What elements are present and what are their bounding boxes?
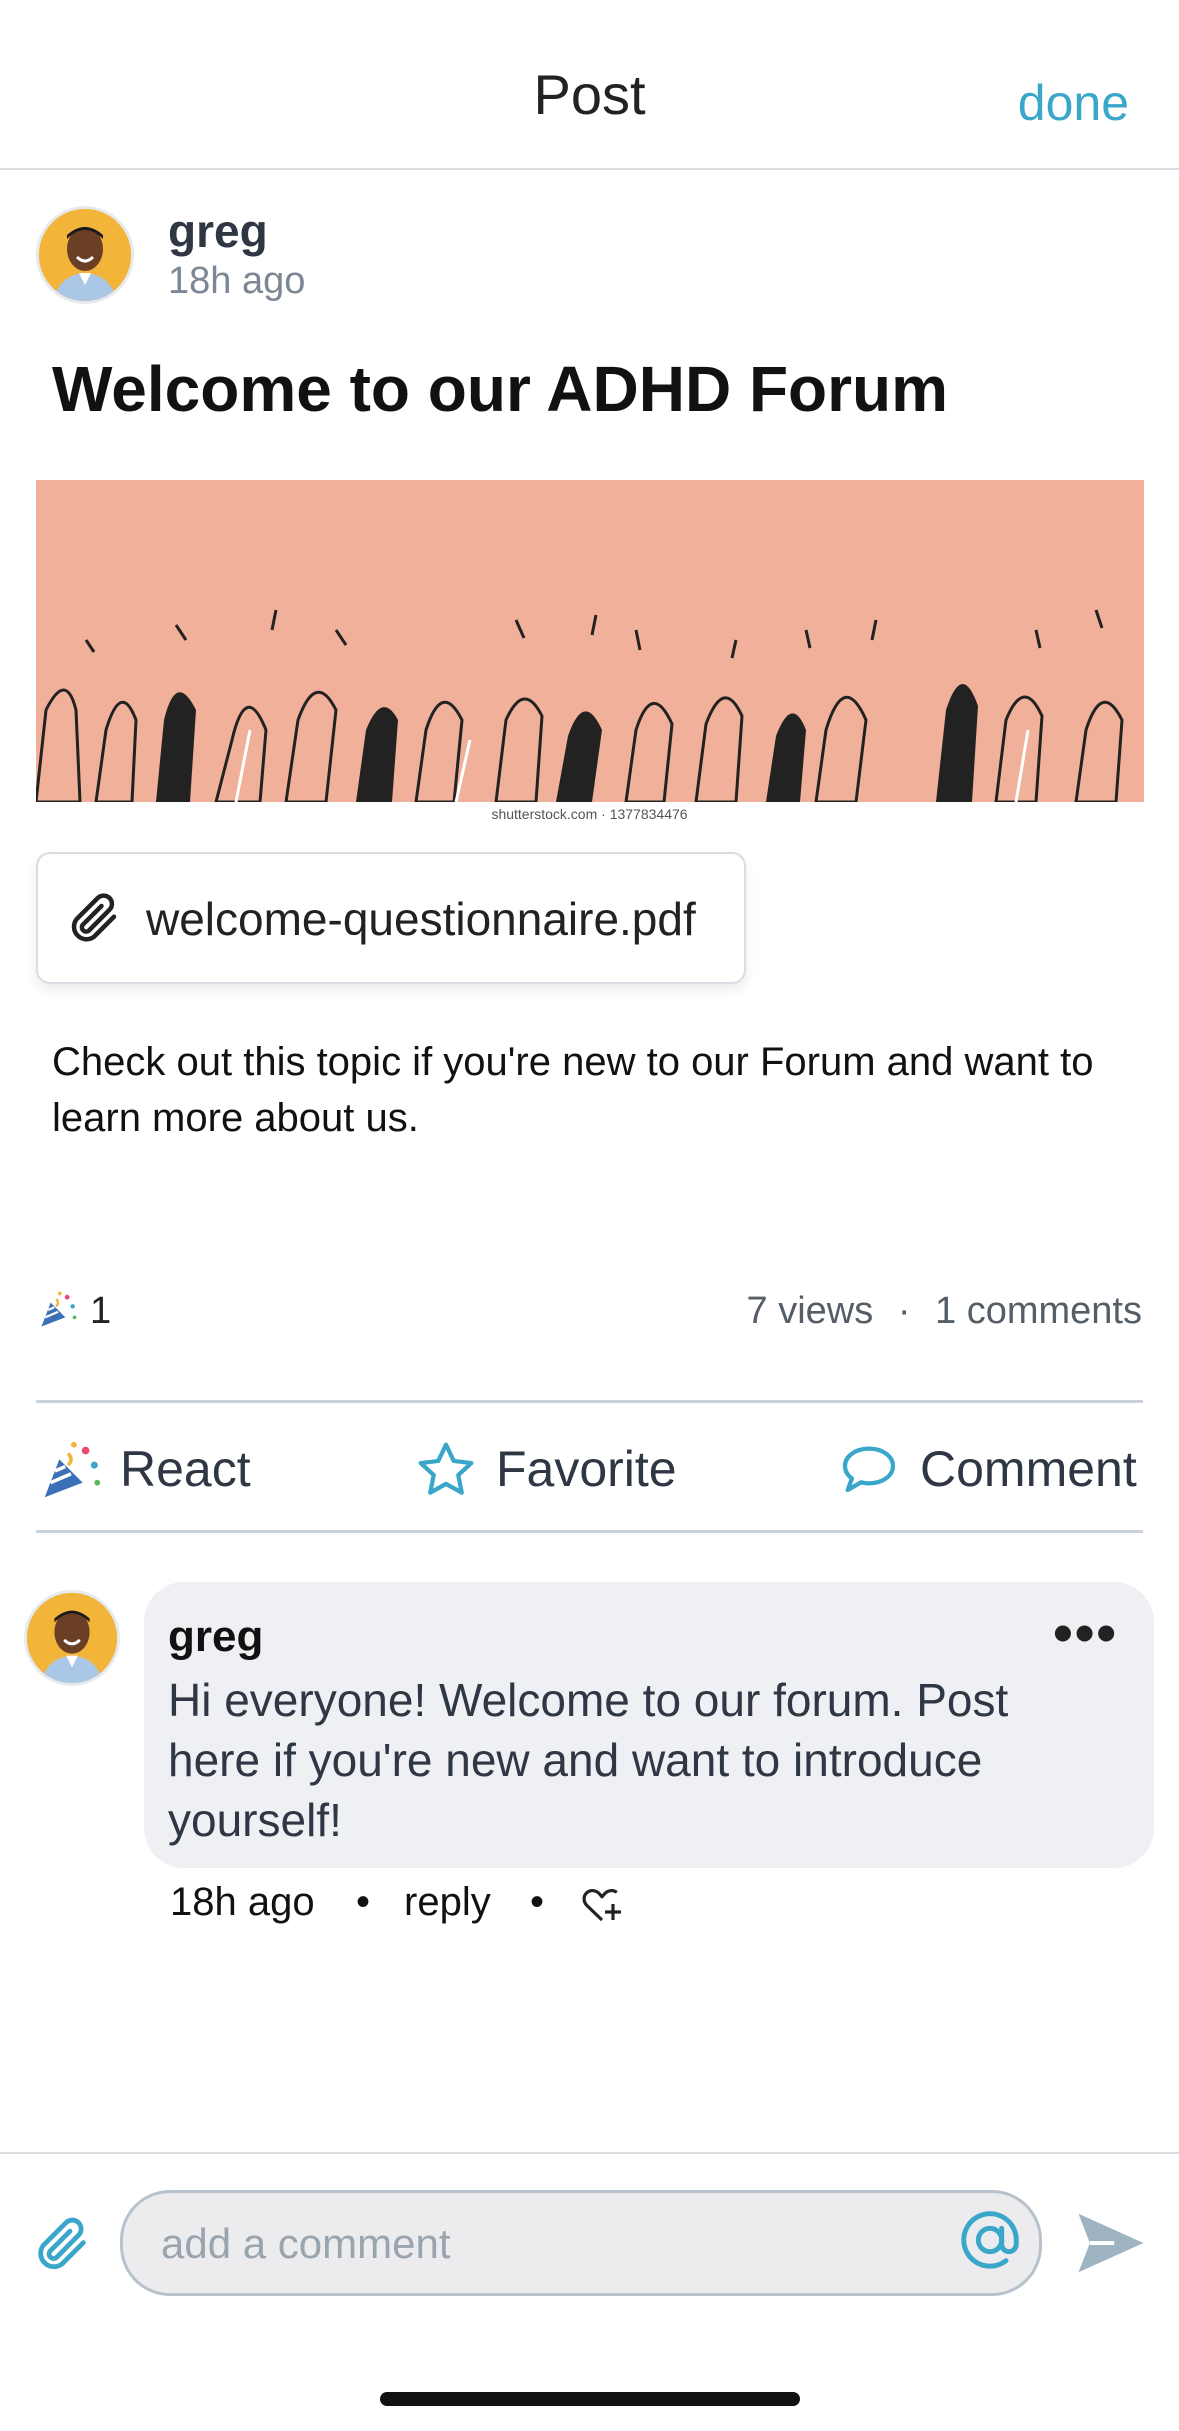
paperclip-icon	[64, 888, 124, 953]
divider-bottom	[36, 1530, 1143, 1533]
more-options-icon[interactable]: •••	[1053, 1600, 1118, 1665]
home-indicator	[380, 2392, 800, 2406]
commenter-avatar[interactable]	[24, 1590, 120, 1686]
top-bar: Post done	[0, 0, 1179, 170]
attach-icon[interactable]	[30, 2212, 94, 2281]
attachment-card[interactable]: welcome-questionnaire.pdf	[36, 852, 746, 984]
avatar-image	[27, 1593, 117, 1683]
composer-divider	[0, 2152, 1179, 2154]
post-title: Welcome to our ADHD Forum	[52, 353, 949, 425]
speech-bubble-icon	[836, 1438, 902, 1507]
heart-plus-icon[interactable]	[578, 1882, 626, 1931]
commenter-name[interactable]: greg	[168, 1612, 263, 1662]
image-credit: shutterstock.com · 1377834476	[491, 806, 688, 822]
star-icon	[414, 1438, 478, 1507]
post-stats: 7 views · 1 comments	[747, 1290, 1142, 1333]
favorite-button[interactable]: Favorite	[414, 1430, 714, 1510]
author-avatar[interactable]	[36, 206, 134, 304]
comment-count: 1 comments	[935, 1290, 1142, 1332]
meta-separator: •	[356, 1880, 371, 1924]
attachment-filename: welcome-questionnaire.pdf	[146, 893, 696, 945]
raised-hands-illustration	[36, 480, 1144, 802]
divider-top	[36, 1400, 1143, 1403]
send-icon[interactable]	[1072, 2204, 1150, 2287]
mention-icon[interactable]	[955, 2205, 1025, 2280]
party-popper-icon	[36, 1288, 80, 1337]
done-button[interactable]: done	[1018, 74, 1129, 132]
post-timestamp: 18h ago	[168, 260, 306, 302]
view-count: 7 views	[746, 1290, 874, 1332]
stats-separator: ·	[897, 1290, 911, 1332]
author-name[interactable]: greg	[168, 204, 268, 258]
react-button[interactable]: React	[36, 1430, 276, 1510]
comment-bubble: greg ••• Hi everyone! Welcome to our for…	[144, 1582, 1154, 1868]
comment-input[interactable]	[159, 2193, 943, 2295]
party-popper-icon	[36, 1436, 106, 1511]
comment-button[interactable]: Comment	[836, 1430, 1146, 1510]
page-title: Post	[533, 63, 646, 126]
comment-text: Hi everyone! Welcome to our forum. Post …	[168, 1674, 1009, 1846]
reaction-count: 1	[90, 1290, 112, 1332]
comment-label: Comment	[920, 1441, 1137, 1497]
meta-separator: •	[530, 1880, 545, 1924]
avatar-image	[39, 209, 131, 301]
comment-timestamp: 18h ago	[170, 1880, 315, 1924]
favorite-label: Favorite	[496, 1441, 677, 1497]
post-banner-image	[36, 480, 1144, 802]
react-label: React	[120, 1441, 251, 1497]
post-body: Check out this topic if you're new to ou…	[52, 1040, 1094, 1140]
comment-input-container	[120, 2190, 1042, 2296]
reply-button[interactable]: reply	[404, 1880, 491, 1925]
